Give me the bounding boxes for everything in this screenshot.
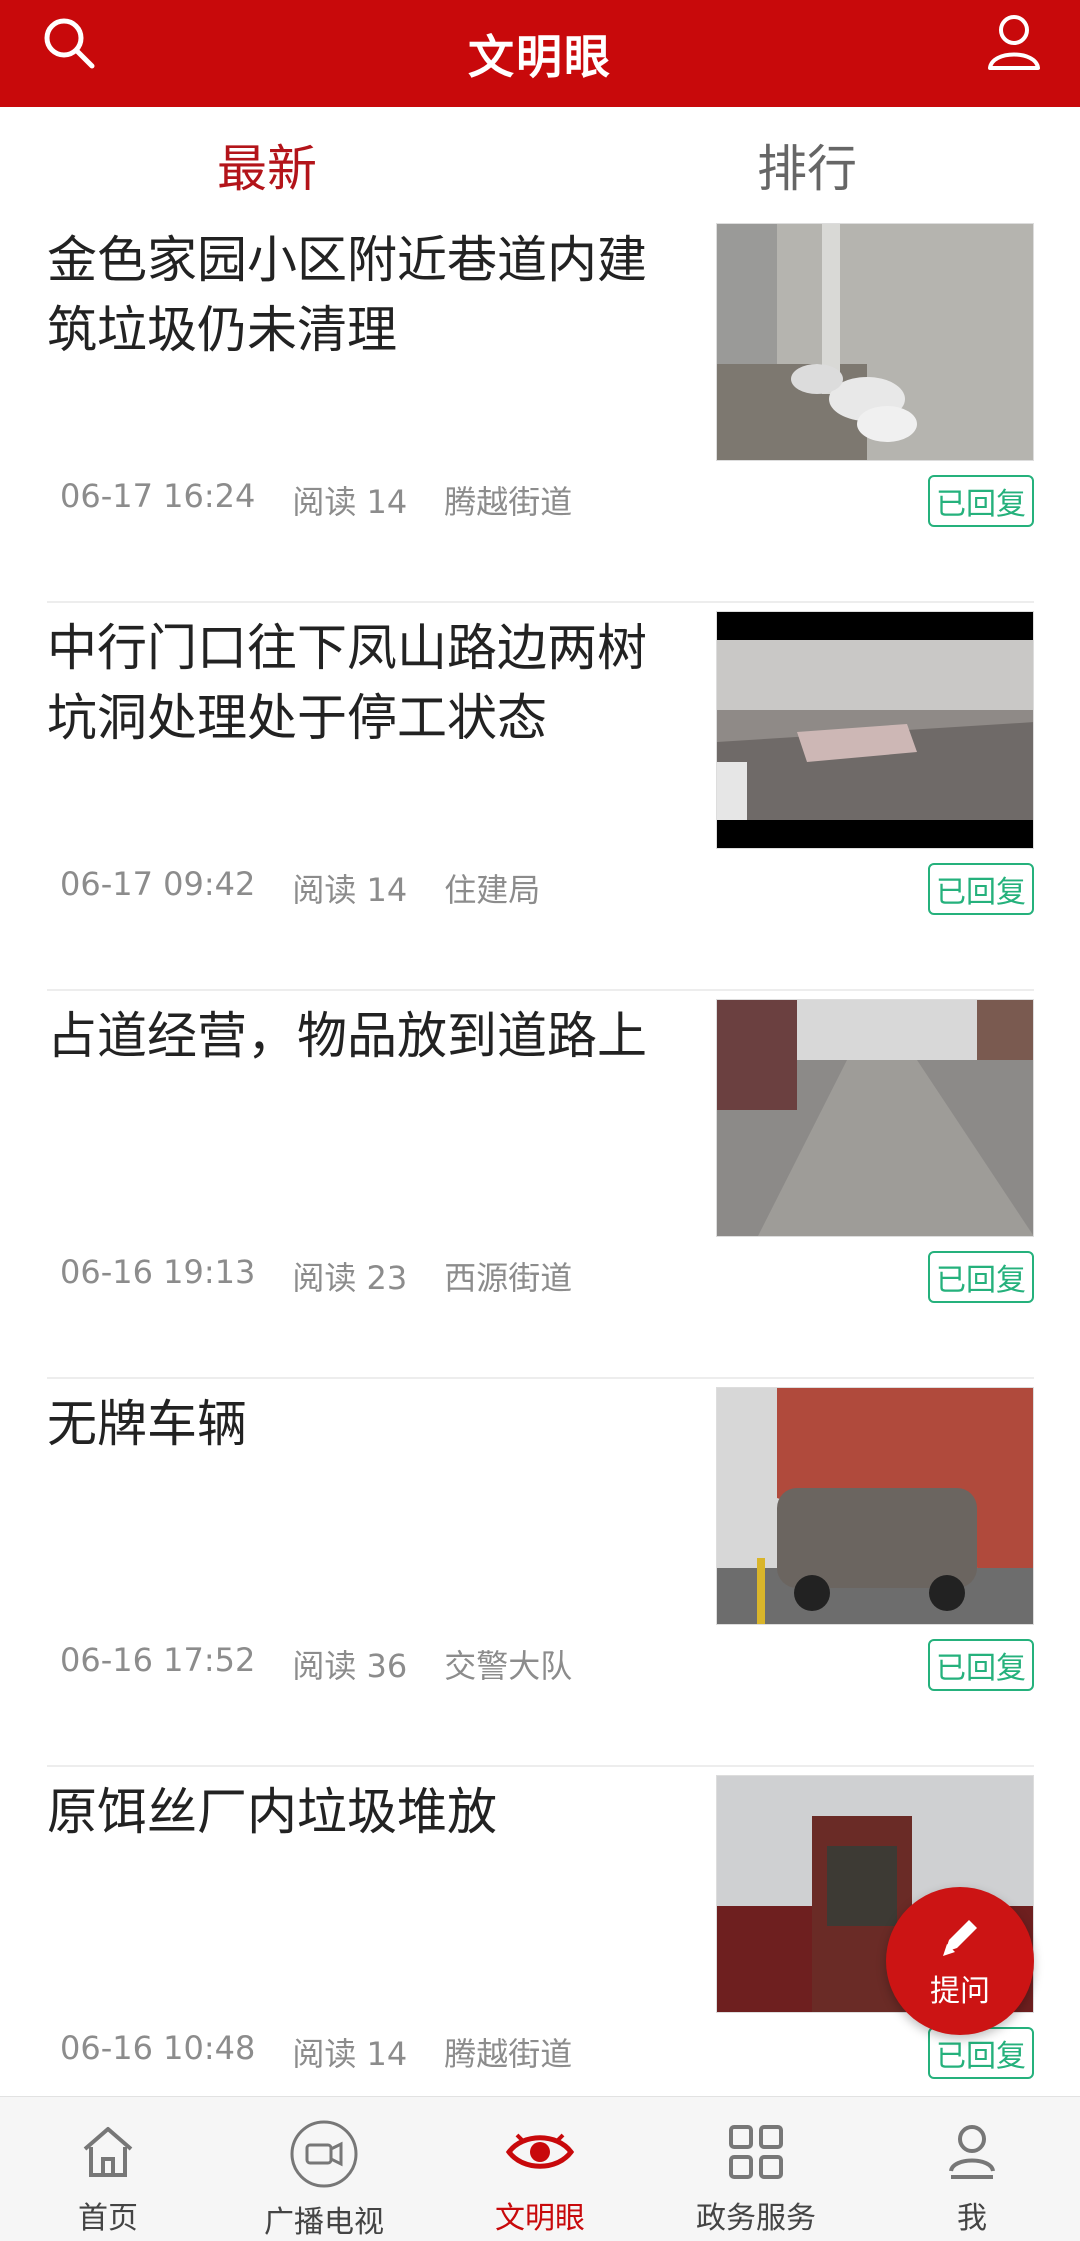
post-title[interactable]: 占道经营，物品放到道路上 — [47, 1001, 677, 1071]
post-thumbnail[interactable] — [716, 223, 1034, 461]
post-department: 西源街道 — [444, 1259, 573, 1297]
post-read-count: 阅读 14 — [292, 871, 408, 909]
nav-home[interactable]: 首页 — [0, 2097, 216, 2241]
tab-bar: 最新 排行 — [0, 107, 1080, 217]
post-meta: 06-17 16:24 阅读 14 腾越街道 — [60, 477, 572, 523]
list-item[interactable]: 占道经营，物品放到道路上 06-16 19:13 阅读 23 西源街道 已回复 — [0, 991, 1080, 1379]
user-profile-icon[interactable] — [982, 10, 1046, 74]
search-icon[interactable] — [40, 14, 100, 74]
post-meta: 06-16 19:13 阅读 23 西源街道 — [60, 1253, 572, 1299]
post-title[interactable]: 中行门口往下凤山路边两树坑洞处理处于停工状态 — [47, 613, 677, 753]
nav-label: 我 — [957, 2201, 987, 2236]
post-read-count: 阅读 23 — [292, 1259, 408, 1297]
post-thumbnail[interactable] — [716, 611, 1034, 849]
ask-question-button[interactable]: 提问 — [886, 1887, 1034, 2035]
status-badge: 已回复 — [928, 863, 1034, 915]
home-icon — [83, 2127, 133, 2177]
post-date: 06-16 10:48 — [60, 2029, 256, 2067]
list-item[interactable]: 金色家园小区附近巷道内建筑垃圾仍未清理 06-17 16:24 阅读 14 腾越… — [0, 215, 1080, 603]
page-title: 文明眼 — [468, 29, 612, 84]
status-badge: 已回复 — [928, 1251, 1034, 1303]
status-badge: 已回复 — [928, 2027, 1034, 2079]
list-item[interactable]: 无牌车辆 06-16 17:52 阅读 36 交警大队 已回复 — [0, 1379, 1080, 1767]
pencil-icon — [943, 1920, 977, 1956]
ask-question-label: 提问 — [930, 1974, 990, 2009]
post-read-count: 阅读 14 — [292, 2035, 408, 2073]
app-header: 文明眼 — [0, 0, 1080, 107]
nav-civilization-eye[interactable]: 文明眼 — [432, 2097, 648, 2241]
nav-label: 广播电视 — [264, 2205, 384, 2240]
post-meta: 06-16 17:52 阅读 36 交警大队 — [60, 1641, 572, 1687]
post-department: 腾越街道 — [444, 483, 573, 521]
grid-icon — [729, 2125, 783, 2179]
post-date: 06-16 19:13 — [60, 1253, 256, 1291]
person-icon — [949, 2125, 995, 2179]
nav-broadcast-tv[interactable]: 广播电视 — [216, 2097, 432, 2241]
post-title[interactable]: 原饵丝厂内垃圾堆放 — [47, 1777, 677, 1847]
tab-ranking[interactable]: 排行 — [757, 129, 857, 201]
eye-icon — [505, 2133, 575, 2169]
tab-latest[interactable]: 最新 — [217, 129, 317, 201]
post-title[interactable]: 金色家园小区附近巷道内建筑垃圾仍未清理 — [47, 225, 677, 365]
post-title[interactable]: 无牌车辆 — [47, 1389, 677, 1459]
post-date: 06-16 17:52 — [60, 1641, 256, 1679]
post-department: 住建局 — [444, 871, 541, 909]
nav-me[interactable]: 我 — [864, 2097, 1080, 2241]
nav-label: 首页 — [78, 2201, 138, 2236]
nav-label: 政务服务 — [696, 2201, 816, 2236]
post-read-count: 阅读 14 — [292, 483, 408, 521]
nav-label: 文明眼 — [495, 2201, 585, 2236]
post-date: 06-17 09:42 — [60, 865, 256, 903]
status-badge: 已回复 — [928, 475, 1034, 527]
status-badge: 已回复 — [928, 1639, 1034, 1691]
post-thumbnail[interactable] — [716, 1387, 1034, 1625]
list-item[interactable]: 中行门口往下凤山路边两树坑洞处理处于停工状态 06-17 09:42 阅读 14… — [0, 603, 1080, 991]
post-department: 交警大队 — [444, 1647, 573, 1685]
post-read-count: 阅读 36 — [292, 1647, 408, 1685]
post-meta: 06-16 10:48 阅读 14 腾越街道 — [60, 2029, 572, 2075]
post-meta: 06-17 09:42 阅读 14 住建局 — [60, 865, 540, 911]
post-date: 06-17 16:24 — [60, 477, 256, 515]
bottom-nav: 首页 广播电视 文明眼 政务服务 我 — [0, 2096, 1080, 2241]
video-camera-icon — [290, 2120, 358, 2188]
post-thumbnail[interactable] — [716, 999, 1034, 1237]
nav-government-services[interactable]: 政务服务 — [648, 2097, 864, 2241]
post-department: 腾越街道 — [444, 2035, 573, 2073]
